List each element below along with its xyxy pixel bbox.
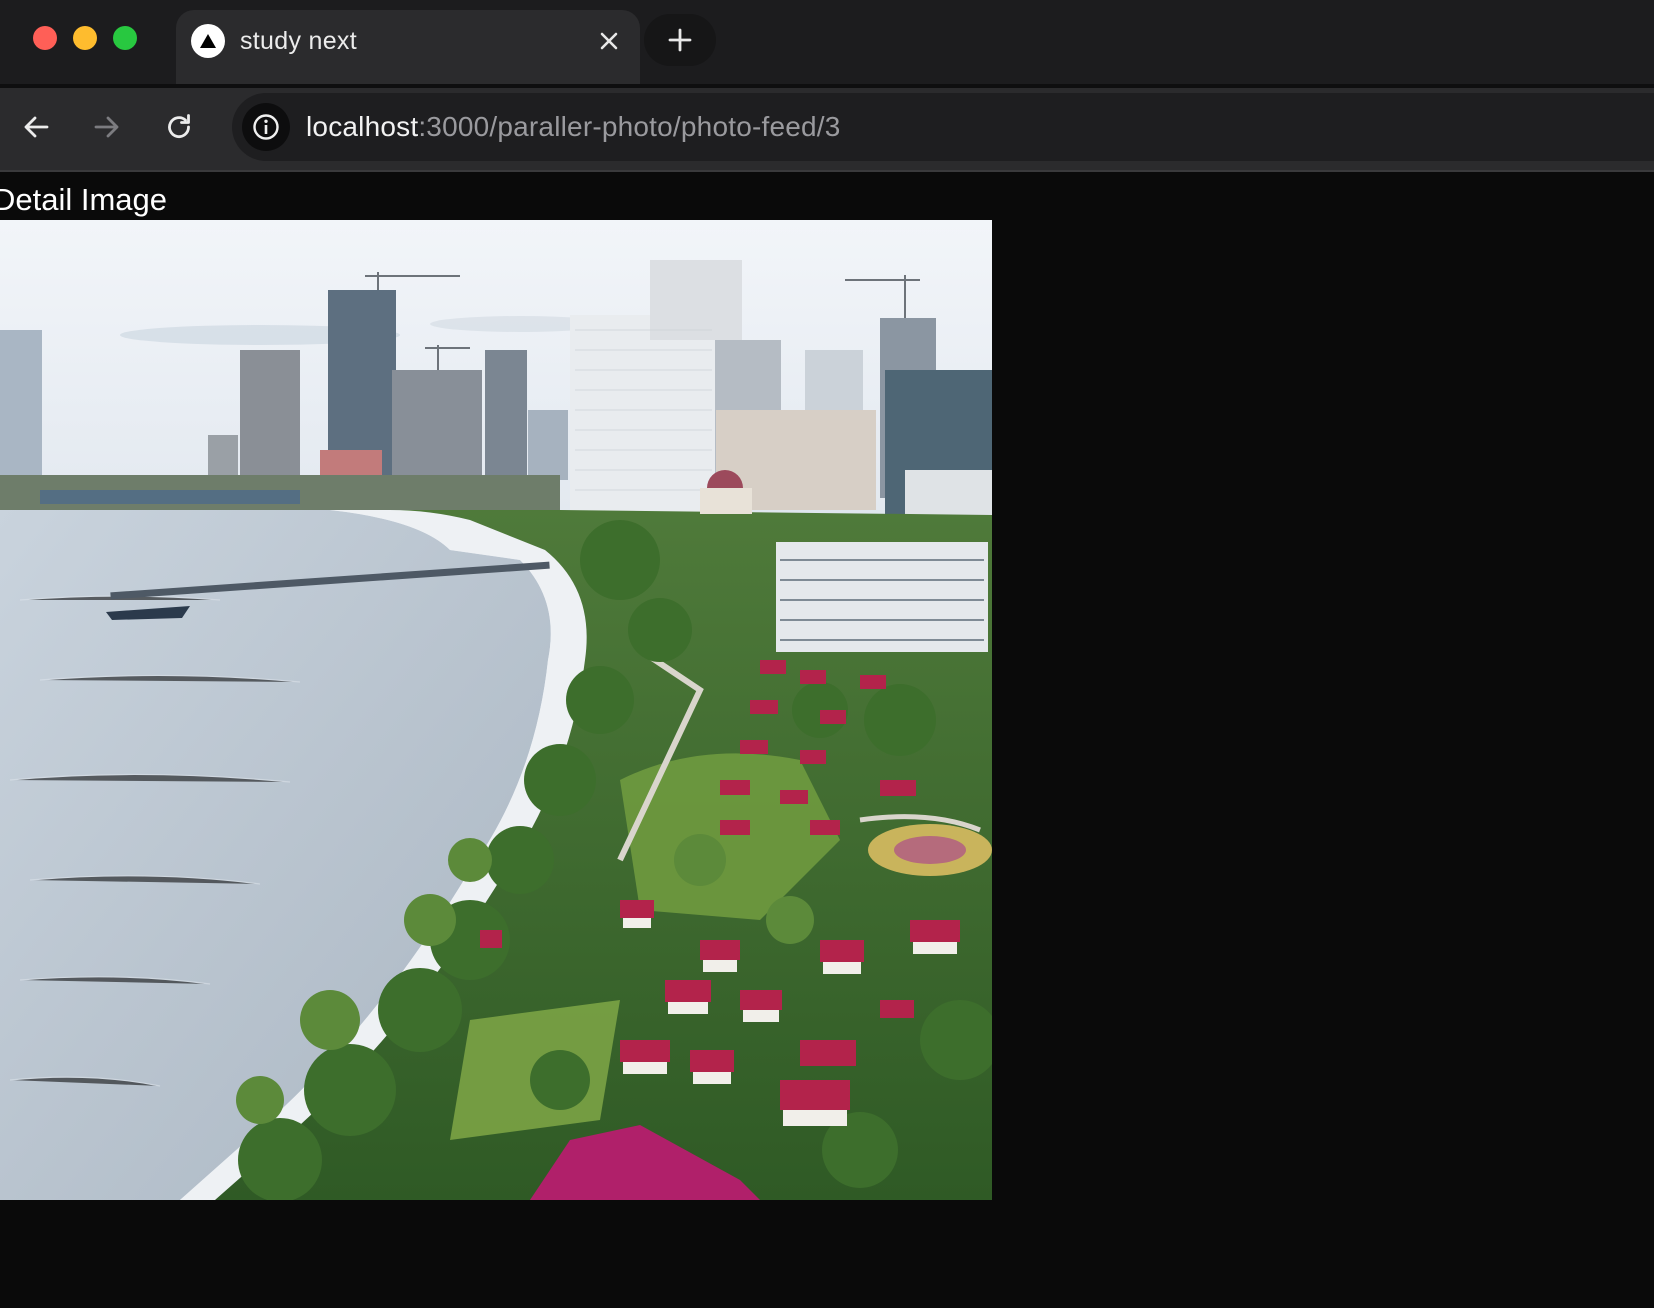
page-content: Detail Image: [0, 172, 1654, 1308]
reload-icon[interactable]: [157, 105, 201, 149]
url-host: localhost: [306, 111, 419, 142]
page-title: Detail Image: [0, 182, 168, 217]
tab-study-next[interactable]: study next: [176, 10, 640, 84]
tab-strip: study next: [0, 0, 1654, 84]
url-text[interactable]: localhost:3000/paraller-photo/photo-feed…: [306, 93, 841, 161]
detail-image: [0, 220, 992, 1200]
arrow-left-icon[interactable]: [14, 105, 58, 149]
window-minimize-button[interactable]: [73, 26, 97, 50]
arrow-right-icon[interactable]: [85, 105, 129, 149]
window-maximize-button[interactable]: [113, 26, 137, 50]
tab-title: study next: [240, 27, 357, 55]
window-close-button[interactable]: [33, 26, 57, 50]
address-bar[interactable]: localhost:3000/paraller-photo/photo-feed…: [232, 93, 1654, 161]
url-path: :3000/paraller-photo/photo-feed/3: [418, 111, 841, 142]
plus-icon[interactable]: [644, 14, 716, 66]
info-icon[interactable]: [242, 103, 290, 151]
close-icon[interactable]: [592, 24, 626, 58]
browser-toolbar: localhost:3000/paraller-photo/photo-feed…: [0, 88, 1654, 170]
triangle-logo-icon: [191, 24, 225, 58]
